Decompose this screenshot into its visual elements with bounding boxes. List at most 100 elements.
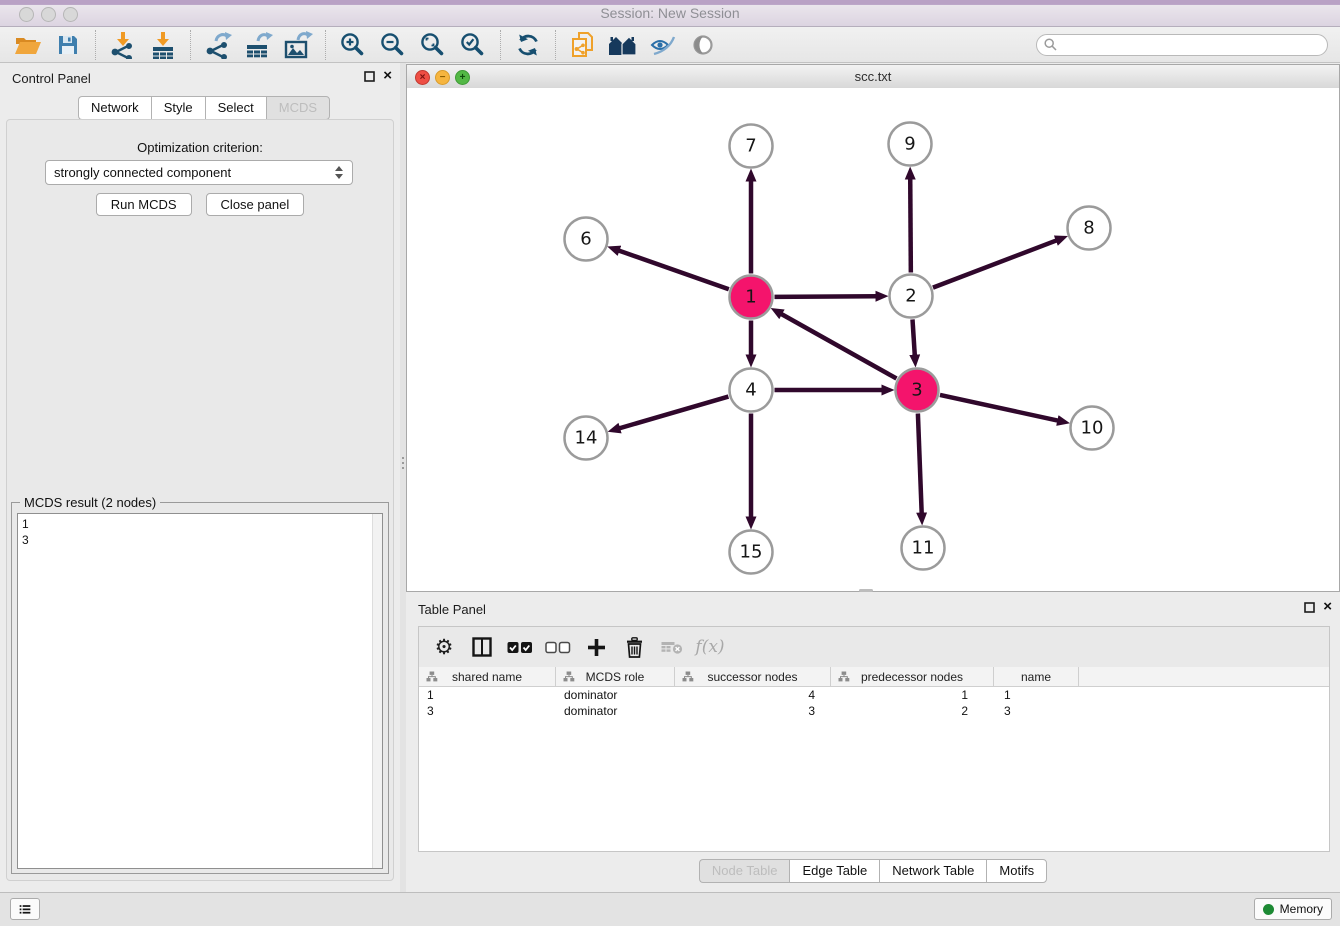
column-header-MCDS-role[interactable]: MCDS role [556, 667, 675, 686]
result-line: 1 [22, 516, 378, 532]
network-home-icon[interactable] [603, 29, 643, 61]
graph-edge-4-14[interactable] [619, 397, 728, 429]
export-table-icon[interactable] [238, 29, 278, 61]
graph-node-9[interactable]: 9 [889, 123, 932, 166]
tab-edge-table[interactable]: Edge Table [789, 859, 879, 883]
application-window: Session: New Session [0, 0, 1340, 926]
table-cell[interactable]: 4 [675, 688, 831, 702]
network-canvas[interactable]: 7 9 6 8 1 2 4 3 14 10 15 11 [407, 88, 1339, 591]
table-cell[interactable]: 1 [994, 688, 1079, 702]
graph-node-2[interactable]: 2 [890, 275, 933, 318]
clone-network-icon[interactable] [563, 29, 603, 61]
toolbar-separator [500, 30, 501, 60]
graph-edge-3-10[interactable] [940, 395, 1058, 421]
zoom-fit-icon[interactable] [413, 29, 453, 61]
optimization-select[interactable]: strongly connected component [45, 160, 353, 185]
show-eye-icon [683, 29, 723, 61]
split-panel-icon[interactable] [465, 631, 499, 663]
column-header-shared-name[interactable]: shared name [419, 667, 556, 686]
table-header-row: shared nameMCDS rolesuccessor nodesprede… [419, 667, 1329, 687]
table-row[interactable]: 1dominator411 [419, 687, 1329, 703]
graph-node-15[interactable]: 15 [730, 531, 773, 574]
table-options-gear-icon[interactable]: ⚙ [427, 631, 461, 663]
zoom-out-icon[interactable] [373, 29, 413, 61]
graph-node-11[interactable]: 11 [902, 527, 945, 570]
graph-edge-3-1[interactable] [781, 314, 896, 379]
close-panel-icon[interactable]: × [1323, 601, 1332, 613]
tab-mcds[interactable]: MCDS [266, 96, 330, 120]
select-all-checkboxes-icon[interactable] [503, 631, 537, 663]
table-cell[interactable]: 1 [831, 688, 994, 702]
network-window-titlebar[interactable]: × − + scc.txt [407, 65, 1339, 89]
graph-edge-1-6[interactable] [619, 250, 729, 289]
svg-text:9: 9 [904, 134, 915, 155]
table-tabs: Node Table Edge Table Network Table Moti… [406, 859, 1340, 883]
clear-checkboxes-icon[interactable] [541, 631, 575, 663]
graph-edge-2-8[interactable] [933, 240, 1057, 287]
table-panel-title: Table Panel [418, 602, 486, 617]
task-history-button[interactable] [10, 898, 40, 920]
graph-node-10[interactable]: 10 [1071, 407, 1114, 450]
tab-network[interactable]: Network [78, 96, 151, 120]
table-cell[interactable]: dominator [556, 704, 675, 718]
table-cell[interactable]: 2 [831, 704, 994, 718]
table-cell[interactable]: 1 [419, 688, 556, 702]
zoom-in-icon[interactable] [333, 29, 373, 61]
run-mcds-button[interactable]: Run MCDS [96, 193, 192, 216]
open-session-icon[interactable] [8, 29, 48, 61]
graph-edge-2-3[interactable] [912, 319, 914, 355]
graph-node-8[interactable]: 8 [1068, 207, 1111, 250]
table-cell[interactable]: dominator [556, 688, 675, 702]
graph-edge-1-2[interactable] [774, 296, 876, 297]
memory-label: Memory [1280, 902, 1323, 916]
mcds-result-title: MCDS result (2 nodes) [20, 495, 160, 510]
apply-layout-icon[interactable] [508, 29, 548, 61]
export-network-icon[interactable] [198, 29, 238, 61]
memory-button[interactable]: Memory [1254, 898, 1332, 920]
svg-text:3: 3 [911, 380, 922, 401]
column-header-predecessor-nodes[interactable]: predecessor nodes [831, 667, 994, 686]
graph-node-1[interactable]: 1 [730, 276, 773, 319]
table-cell[interactable]: 3 [419, 704, 556, 718]
horizontal-splitter-grip[interactable] [859, 589, 873, 592]
graph-node-6[interactable]: 6 [565, 218, 608, 261]
graph-node-4[interactable]: 4 [730, 369, 773, 412]
network-window-title: scc.txt [407, 69, 1339, 84]
delete-column-icon[interactable] [617, 631, 651, 663]
toolbar-separator [325, 30, 326, 60]
node-table[interactable]: shared nameMCDS rolesuccessor nodesprede… [419, 667, 1329, 851]
graph-node-3[interactable]: 3 [896, 369, 939, 412]
tab-style[interactable]: Style [151, 96, 205, 120]
graph-node-14[interactable]: 14 [565, 417, 608, 460]
search-input[interactable] [1036, 34, 1328, 56]
table-toolbar: ⚙ [419, 627, 1329, 667]
hide-eye-icon[interactable] [643, 29, 683, 61]
mcds-result-text[interactable]: 1 3 [17, 513, 383, 869]
table-row[interactable]: 3dominator323 [419, 703, 1329, 719]
tab-motifs[interactable]: Motifs [986, 859, 1047, 883]
table-cell[interactable]: 3 [994, 704, 1079, 718]
column-header-name[interactable]: name [994, 667, 1079, 686]
close-panel-icon[interactable]: × [383, 70, 392, 82]
graph-edge-3-11[interactable] [918, 413, 922, 513]
zoom-selected-icon[interactable] [453, 29, 493, 61]
close-panel-button[interactable]: Close panel [206, 193, 305, 216]
tab-select[interactable]: Select [205, 96, 266, 120]
import-table-icon[interactable] [143, 29, 183, 61]
result-scrollbar[interactable] [372, 514, 382, 868]
float-panel-icon[interactable] [1304, 602, 1315, 613]
column-header-successor-nodes[interactable]: successor nodes [675, 667, 831, 686]
tab-node-table[interactable]: Node Table [699, 859, 790, 883]
titlebar: Session: New Session [0, 0, 1340, 27]
select-stepper-icon [334, 165, 344, 180]
import-network-icon[interactable] [103, 29, 143, 61]
tab-network-table[interactable]: Network Table [879, 859, 986, 883]
export-image-icon[interactable] [278, 29, 318, 61]
save-session-icon[interactable] [48, 29, 88, 61]
add-column-icon[interactable] [579, 631, 613, 663]
graph-node-7[interactable]: 7 [730, 125, 773, 168]
status-bar: Memory [0, 892, 1340, 926]
float-panel-icon[interactable] [364, 71, 375, 82]
table-cell[interactable]: 3 [675, 704, 831, 718]
graph-edge-2-9[interactable] [910, 178, 911, 272]
